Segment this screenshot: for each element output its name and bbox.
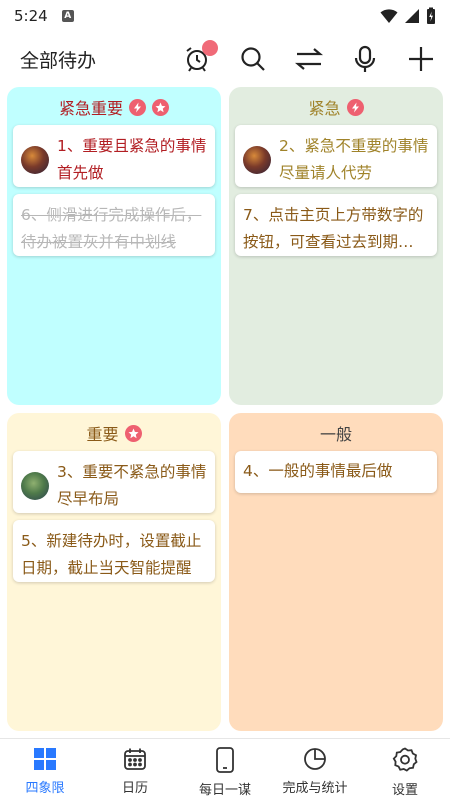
quadrant-title: 紧急重要: [58, 99, 123, 118]
todo-card[interactable]: 3、重要不紧急的事情尽早布局: [13, 451, 215, 513]
status-icons: [380, 7, 436, 25]
todo-text: 6、侧滑进行完成操作后，待办被置灰并有中划线: [21, 206, 202, 251]
phone-icon: [216, 747, 234, 773]
quadrant-important[interactable]: 重要 3、重要不紧急的事情尽早布局 5、新建待办时，设置截止日期，截止当天智能提…: [7, 413, 221, 731]
add-todo-button[interactable]: [406, 44, 436, 74]
switch-view-button[interactable]: [294, 44, 324, 74]
app-bar: 全部待办: [0, 32, 450, 86]
todo-card[interactable]: 7、点击主页上方带数字的按钮，可查看过去到期未完成的待办: [235, 194, 437, 256]
quadrant-title: 重要: [86, 425, 119, 444]
calendar-icon: [124, 748, 146, 770]
status-time: 5:24: [14, 7, 48, 25]
nav-item-stats[interactable]: 完成与统计: [270, 739, 360, 801]
nav-label: 完成与统计: [282, 781, 348, 796]
todo-card[interactable]: 2、紧急不重要的事情尽量请人代劳: [235, 125, 437, 187]
avatar: [243, 146, 271, 174]
overdue-badge: [202, 40, 218, 56]
nav-item-daily-plan[interactable]: 每日一谋: [180, 739, 270, 801]
wifi-icon: [380, 9, 398, 23]
quadrant-normal[interactable]: 一般 4、一般的事情最后做: [229, 413, 443, 731]
quadrant-title: 紧急: [308, 99, 341, 118]
todo-card[interactable]: 1、重要且紧急的事情首先做: [13, 125, 215, 187]
signal-icon: [405, 9, 419, 23]
battery-icon: [427, 7, 435, 24]
quadrant-title: 一般: [319, 425, 352, 444]
todo-card-completed[interactable]: 6、侧滑进行完成操作后，待办被置灰并有中划线: [13, 194, 215, 256]
search-button[interactable]: [238, 44, 268, 74]
page-title: 全部待办: [20, 49, 97, 72]
avatar: [21, 472, 49, 500]
todo-text: 1、重要且紧急的事情首先做: [57, 137, 207, 182]
todo-text: 4、一般的事情最后做: [243, 462, 393, 480]
swap-arrows-icon: [295, 48, 323, 70]
todo-card[interactable]: 4、一般的事情最后做: [235, 451, 437, 493]
todo-text: 2、紧急不重要的事情尽量请人代劳: [279, 137, 429, 182]
notification-icon: A: [61, 10, 74, 22]
pie-chart-icon: [304, 748, 326, 770]
important-star-icon: [124, 424, 142, 442]
nav-label: 四象限: [25, 781, 65, 796]
plus-icon: [409, 47, 433, 71]
todo-text: 3、重要不紧急的事情尽早布局: [57, 463, 207, 508]
overdue-alarm-button[interactable]: [182, 40, 218, 74]
todo-text: 5、新建待办时，设置截止日期，截止当天智能提醒: [21, 532, 202, 577]
search-icon: [241, 47, 265, 71]
quadrant-header: 紧急: [229, 93, 443, 121]
quadrant-urgent[interactable]: 紧急 2、紧急不重要的事情尽量请人代劳 7、点击主页上方带数字的按钮，可查看过去…: [229, 87, 443, 405]
quadrant-header: 重要: [7, 419, 221, 447]
quadrant-header: 紧急重要: [7, 93, 221, 121]
status-bar: 5:24 A: [0, 0, 450, 32]
nav-label: 设置: [391, 783, 418, 798]
voice-input-button[interactable]: [350, 44, 380, 74]
nav-item-settings[interactable]: 设置: [360, 739, 450, 801]
avatar: [21, 146, 49, 174]
todo-text: 7、点击主页上方带数字的按钮，可查看过去到期未完成的待办: [243, 206, 429, 251]
nav-label: 日历: [121, 781, 148, 796]
urgent-flag-icon: [129, 98, 146, 116]
nav-label: 每日一谋: [198, 783, 251, 798]
gear-icon: [392, 747, 418, 772]
quadrant-urgent-important[interactable]: 紧急重要 1、重要且紧急的事情首先做 6、侧滑进行完成操作后，待办被置灰并有中划…: [7, 87, 221, 405]
quadrant-header: 一般: [229, 419, 443, 447]
todo-card[interactable]: 5、新建待办时，设置截止日期，截止当天智能提醒: [13, 520, 215, 582]
bottom-navigation: 四象限 日历 每日一谋 完成与统计 设置: [0, 738, 450, 801]
important-star-icon: [152, 98, 169, 116]
urgent-flag-icon: [346, 98, 364, 116]
nav-item-quadrants[interactable]: 四象限: [0, 739, 90, 801]
microphone-icon: [354, 45, 376, 72]
grid-four-icon: [34, 748, 56, 770]
nav-item-calendar[interactable]: 日历: [90, 739, 180, 801]
